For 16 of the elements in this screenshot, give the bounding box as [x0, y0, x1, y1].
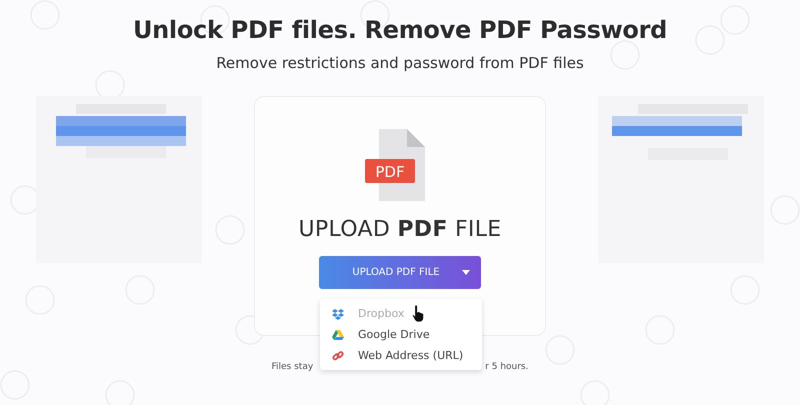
footer-text: r 5 hours. [485, 362, 528, 372]
menu-item[interactable]: Google Drive [320, 324, 482, 345]
menu-item-label: Dropbox [358, 307, 404, 320]
menu-item-label: Google Drive [358, 328, 430, 341]
drive-icon [332, 328, 344, 340]
link-icon [332, 350, 344, 362]
upload-button[interactable]: UPLOAD PDF FILE [319, 256, 481, 289]
menu-item[interactable]: Web Address (URL) [320, 345, 482, 366]
hand-cursor-icon [412, 304, 426, 322]
menu-item-label: Web Address (URL) [358, 349, 464, 362]
footer-text: Files stay [272, 362, 314, 372]
caret-icon [462, 270, 470, 275]
upload-heading: UPLOAD PDF FILE [298, 217, 502, 242]
dropbox-icon [332, 308, 344, 320]
page-title: Unlock PDF files. Remove PDF Password [132, 16, 668, 44]
page-subtitle: Remove restrictions and password from PDF files [216, 54, 584, 72]
